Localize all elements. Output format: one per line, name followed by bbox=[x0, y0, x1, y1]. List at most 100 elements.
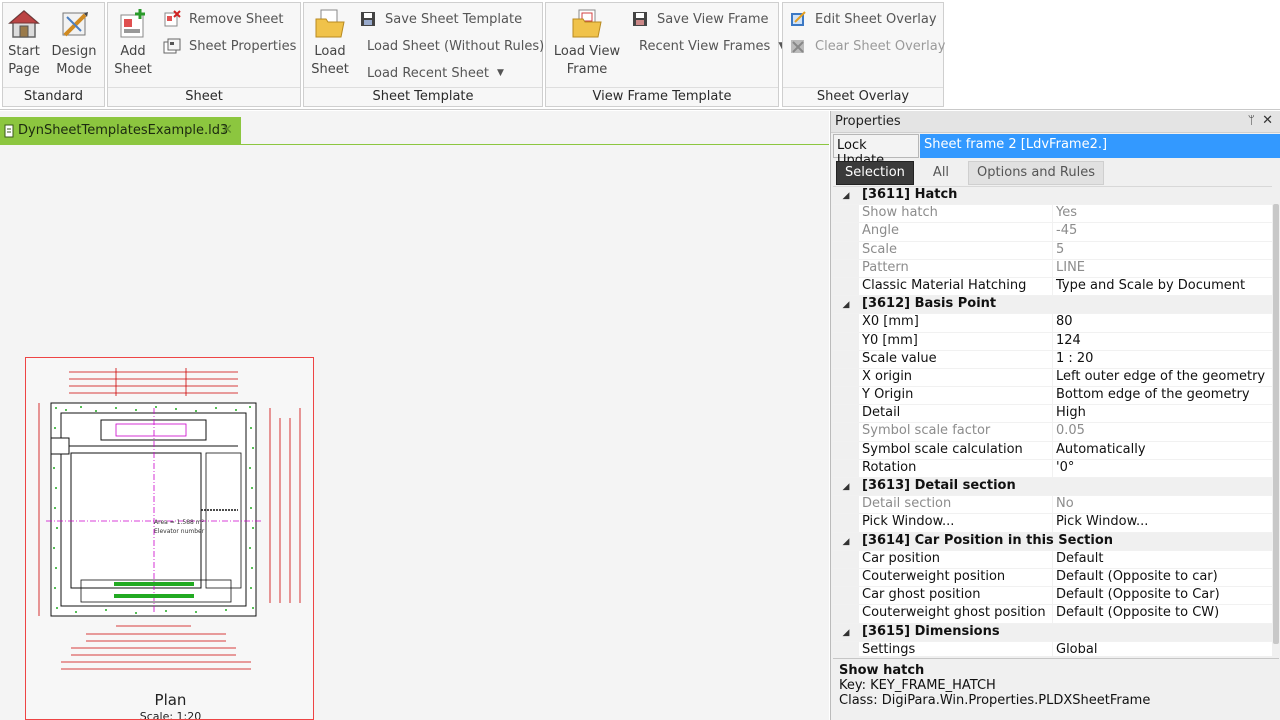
property-category[interactable]: ◢ [3612] Basis Point bbox=[833, 296, 1273, 315]
property-row[interactable]: Car position Default bbox=[833, 550, 1273, 569]
load-sheet-button[interactable]: Load Sheet bbox=[308, 7, 352, 79]
property-row[interactable]: Car ghost position Default (Opposite to C… bbox=[833, 587, 1273, 606]
design-tools-icon bbox=[62, 12, 88, 37]
selected-object-name: Sheet frame 2 [LdvFrame2.] bbox=[920, 134, 1280, 158]
property-row[interactable]: Symbol scale calculation Automatically bbox=[833, 441, 1273, 460]
property-value[interactable]: Type and Scale by Document bbox=[1053, 278, 1273, 295]
lock-update-button[interactable]: Lock Update bbox=[833, 134, 919, 168]
remove-sheet-button[interactable]: Remove Sheet bbox=[163, 9, 283, 29]
ribbon-group-sheet: Add Sheet Remove Sheet Sheet Properties … bbox=[107, 2, 301, 107]
add-sheet-button[interactable]: Add Sheet bbox=[112, 7, 154, 79]
property-value[interactable]: Bottom edge of the geometry bbox=[1053, 387, 1273, 404]
property-row[interactable]: Detail section No bbox=[833, 496, 1273, 515]
property-row[interactable]: Scale 5 bbox=[833, 241, 1273, 260]
collapse-triangle-icon[interactable]: ◢ bbox=[833, 478, 859, 496]
collapse-triangle-icon[interactable]: ◢ bbox=[833, 296, 859, 314]
scrollbar-thumb[interactable] bbox=[1273, 204, 1279, 644]
sheet-properties-button[interactable]: Sheet Properties bbox=[163, 36, 296, 56]
property-row[interactable]: Pattern LINE bbox=[833, 259, 1273, 278]
clear-sheet-overlay-button[interactable]: Clear Sheet Overlay bbox=[789, 36, 945, 56]
property-row[interactable]: Couterweight ghost position Default (Oppo… bbox=[833, 605, 1273, 624]
property-row[interactable]: Show hatch Yes bbox=[833, 205, 1273, 224]
chevron-down-icon: ▼ bbox=[496, 68, 504, 78]
property-name: Settings bbox=[859, 641, 1053, 656]
property-row[interactable]: Scale value 1 : 20 bbox=[833, 350, 1273, 369]
property-value[interactable]: Default (Opposite to Car) bbox=[1053, 587, 1273, 604]
property-value[interactable]: LINE bbox=[1053, 260, 1273, 277]
save-view-frame-button[interactable]: Save View Frame bbox=[631, 9, 769, 29]
load-view-frame-button[interactable]: Load View Frame bbox=[552, 7, 622, 79]
property-row-gutter bbox=[833, 241, 859, 259]
property-value[interactable]: Pick Window... bbox=[1053, 514, 1273, 531]
design-mode-button[interactable]: Design Mode bbox=[49, 7, 99, 79]
edit-sheet-overlay-button[interactable]: Edit Sheet Overlay bbox=[789, 9, 937, 29]
property-value[interactable]: 0.05 bbox=[1053, 423, 1273, 440]
property-row[interactable]: X0 [mm] 80 bbox=[833, 314, 1273, 333]
document-tab[interactable]: DynSheetTemplatesExample.ld3 ✕ bbox=[0, 117, 241, 144]
property-row-gutter bbox=[833, 605, 859, 623]
property-name: Scale bbox=[859, 241, 1053, 259]
ribbon-group-standard-label: Standard bbox=[3, 87, 104, 104]
property-row-gutter bbox=[833, 332, 859, 350]
elevator-plan-drawing: Area = 1.588 m² Elevator number bbox=[38, 368, 301, 670]
property-value[interactable]: 5 bbox=[1053, 242, 1273, 259]
property-category-label: [3611] Hatch bbox=[862, 187, 958, 202]
property-grid[interactable]: ◢ [3611] Hatch Show hatch Yes Angle -45 Scale 5… bbox=[833, 186, 1273, 656]
property-row[interactable]: Settings Global bbox=[833, 641, 1273, 656]
property-category-label: [3614] Car Position in this Section bbox=[862, 532, 1114, 548]
collapse-triangle-icon[interactable]: ◢ bbox=[833, 623, 859, 641]
property-category[interactable]: ◢ [3613] Detail section bbox=[833, 478, 1273, 497]
close-icon[interactable]: ✕ bbox=[221, 122, 233, 138]
property-value[interactable]: -45 bbox=[1053, 223, 1273, 240]
property-value[interactable]: 80 bbox=[1053, 314, 1273, 331]
property-value[interactable]: '0° bbox=[1053, 460, 1273, 477]
tab-all[interactable]: All bbox=[917, 161, 965, 185]
property-row[interactable]: Classic Material Hatching Type and Scale … bbox=[833, 277, 1273, 297]
property-name: Rotation bbox=[859, 459, 1053, 477]
property-value[interactable]: No bbox=[1053, 496, 1273, 513]
save-sheet-template-button[interactable]: Save Sheet Template bbox=[359, 9, 522, 29]
property-row[interactable]: Pick Window... Pick Window... bbox=[833, 514, 1273, 533]
start-page-button[interactable]: Start Page bbox=[5, 7, 43, 79]
property-value[interactable]: 124 bbox=[1053, 333, 1273, 350]
load-sheet-without-rules-button[interactable]: Load Sheet (Without Rules) bbox=[367, 36, 544, 56]
property-value[interactable]: Default (Opposite to CW) bbox=[1053, 605, 1273, 622]
plan-scale: Scale: 1:20 bbox=[139, 710, 202, 720]
property-value[interactable]: Default bbox=[1053, 551, 1273, 568]
recent-view-frames-button[interactable]: Recent View Frames ▼ bbox=[639, 36, 785, 56]
property-grid-scrollbar[interactable] bbox=[1272, 186, 1280, 656]
pin-icon[interactable]: ᛘ bbox=[1248, 113, 1255, 127]
property-value[interactable]: Yes bbox=[1053, 205, 1273, 222]
property-row[interactable]: X origin Left outer edge of the geometry bbox=[833, 368, 1273, 388]
design-mode-label: Design Mode bbox=[51, 44, 97, 77]
property-row[interactable]: Y0 [mm] 124 bbox=[833, 332, 1273, 351]
load-recent-sheet-button[interactable]: Load Recent Sheet ▼ bbox=[367, 63, 504, 83]
property-category[interactable]: ◢ [3615] Dimensions bbox=[833, 623, 1273, 642]
property-category[interactable]: ◢ [3614] Car Position in this Section bbox=[833, 532, 1273, 551]
tab-selection[interactable]: Selection bbox=[836, 161, 914, 185]
property-row[interactable]: Couterweight position Default (Opposite t… bbox=[833, 568, 1273, 588]
sheet-properties-icon bbox=[163, 38, 181, 54]
property-row[interactable]: Detail High bbox=[833, 405, 1273, 424]
close-icon[interactable]: ✕ bbox=[1262, 113, 1273, 128]
property-value[interactable]: Automatically bbox=[1053, 442, 1273, 459]
property-value[interactable]: Global bbox=[1053, 642, 1273, 656]
property-category[interactable]: ◢ [3611] Hatch bbox=[833, 187, 1273, 206]
property-row-gutter bbox=[833, 641, 859, 656]
property-value[interactable]: Left outer edge of the geometry bbox=[1053, 369, 1273, 386]
save-view-frame-label: Save View Frame bbox=[657, 11, 769, 27]
collapse-triangle-icon[interactable]: ◢ bbox=[833, 532, 859, 550]
description-key: Key: KEY_FRAME_HATCH bbox=[839, 678, 996, 693]
property-value[interactable]: Default (Opposite to car) bbox=[1053, 569, 1273, 586]
property-row[interactable]: Angle -45 bbox=[833, 223, 1273, 242]
tab-options-and-rules[interactable]: Options and Rules bbox=[968, 161, 1104, 185]
property-row[interactable]: Symbol scale factor 0.05 bbox=[833, 423, 1273, 442]
drawing-sheet[interactable]: Area = 1.588 m² Elevator number Plan Sca… bbox=[25, 357, 314, 720]
property-value[interactable]: High bbox=[1053, 405, 1273, 422]
property-row-gutter bbox=[833, 459, 859, 477]
collapse-triangle-icon[interactable]: ◢ bbox=[833, 187, 859, 205]
property-row[interactable]: Rotation '0° bbox=[833, 459, 1273, 478]
ribbon-group-sheet-overlay: Edit Sheet Overlay Clear Sheet Overlay S… bbox=[782, 2, 945, 107]
property-value[interactable]: 1 : 20 bbox=[1053, 351, 1273, 368]
property-row[interactable]: Y Origin Bottom edge of the geometry bbox=[833, 387, 1273, 406]
